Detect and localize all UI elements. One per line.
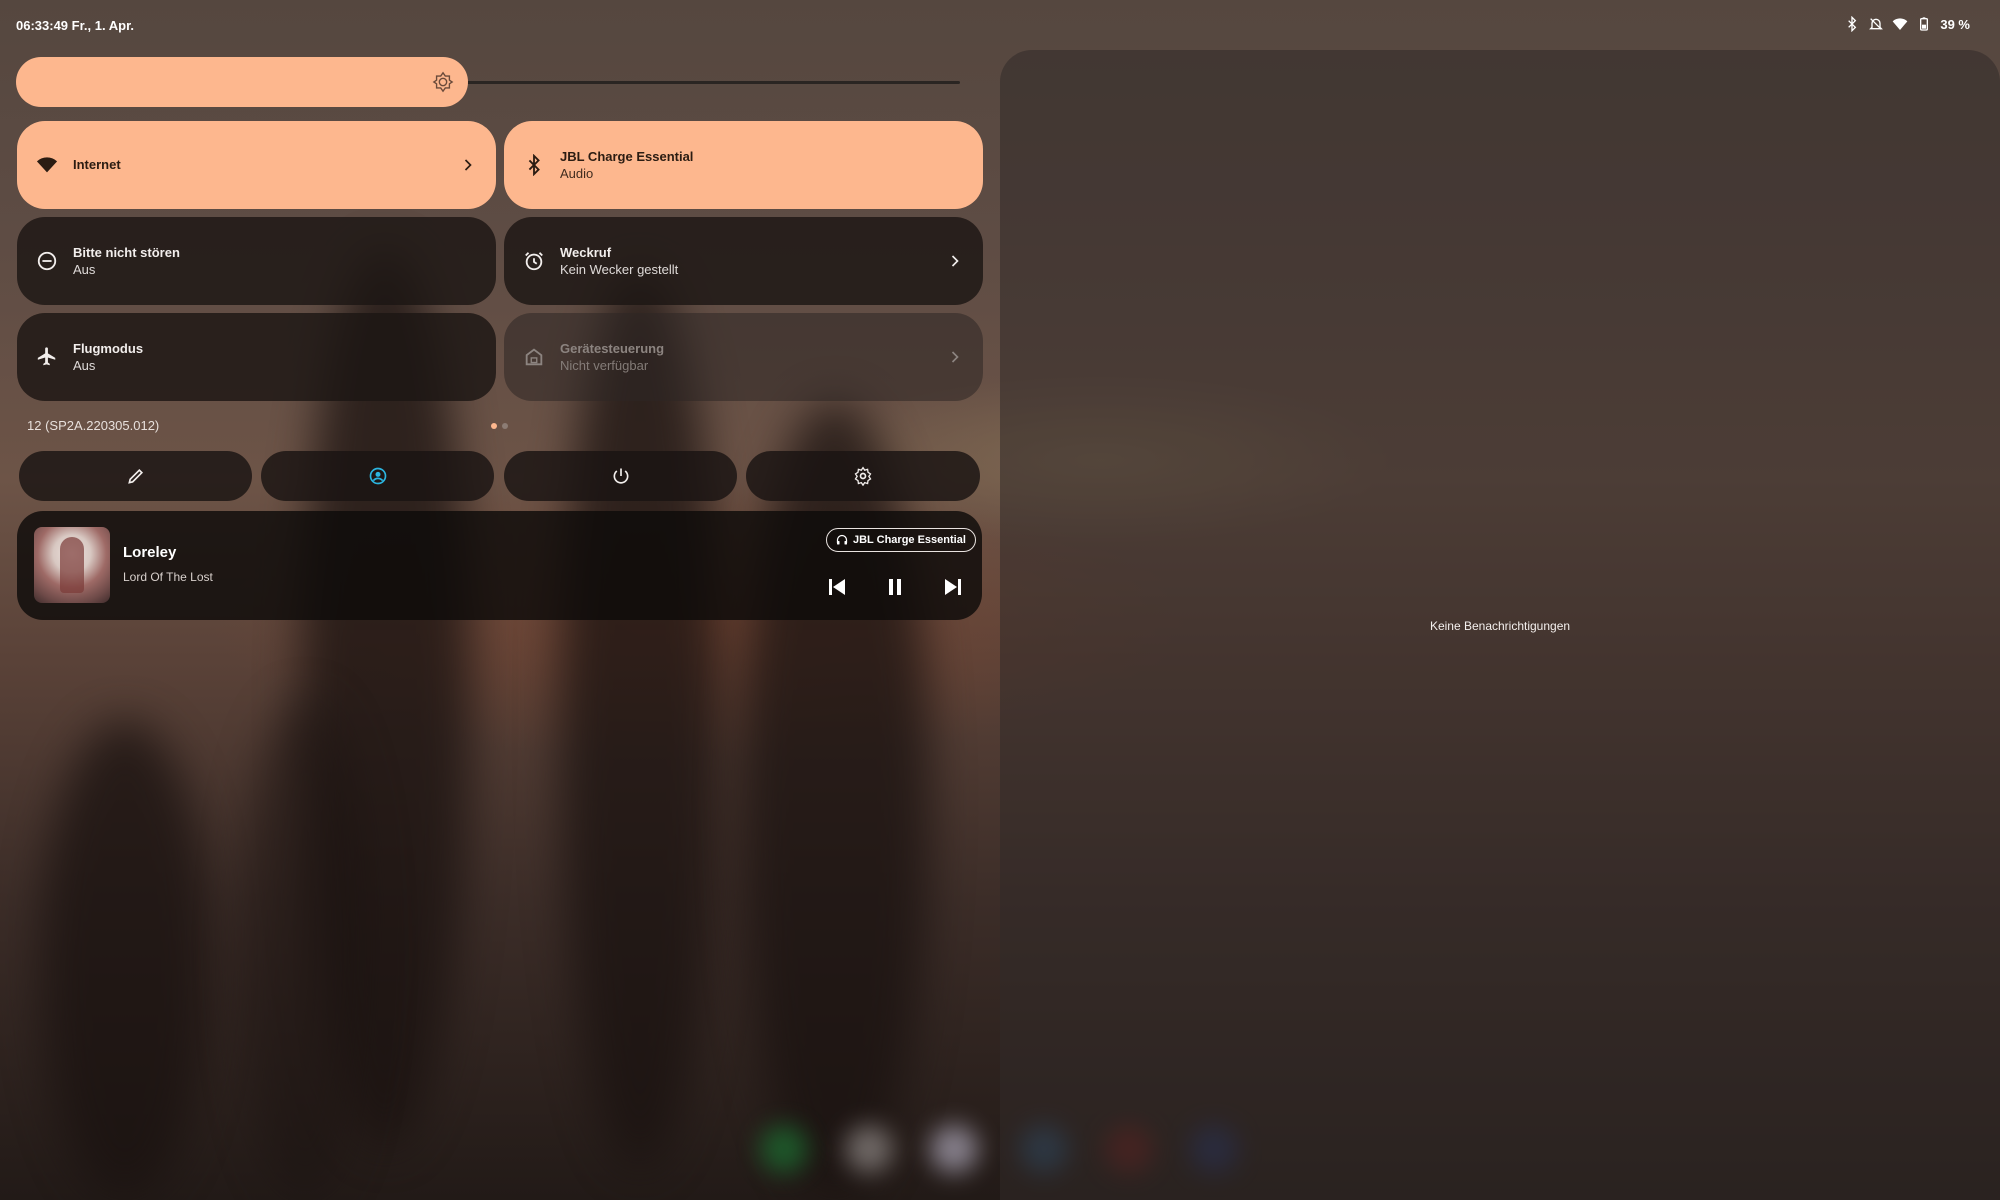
- wifi-icon: [1893, 18, 1908, 30]
- tile-subtitle: Kein Wecker gestellt: [560, 261, 679, 277]
- settings-button[interactable]: [746, 451, 980, 501]
- do-not-disturb-icon: [35, 249, 59, 273]
- previous-icon: [829, 579, 845, 595]
- tile-airplane-mode[interactable]: Flugmodus Aus: [17, 313, 496, 401]
- album-art: [34, 527, 110, 603]
- page-dot[interactable]: [502, 423, 508, 429]
- user-switch-button[interactable]: [261, 451, 494, 501]
- chevron-right-icon: [951, 351, 959, 363]
- chevron-right-icon: [464, 159, 472, 171]
- tile-title: Weckruf: [560, 244, 612, 260]
- wallpaper-silhouette: [240, 700, 370, 1200]
- chevron-right-icon: [951, 255, 959, 267]
- media-player[interactable]: Loreley Lord Of The Lost JBL Charge Esse…: [17, 511, 982, 620]
- wifi-icon: [35, 153, 59, 177]
- no-notifications-text: Keine Benachrichtigungen: [1429, 619, 1571, 633]
- battery-percent: 39 %: [1940, 16, 1970, 32]
- edit-button[interactable]: [19, 451, 252, 501]
- alarm-icon: [522, 249, 546, 273]
- output-device-label: JBL Charge Essential: [853, 534, 966, 546]
- tile-title: Internet: [73, 157, 121, 172]
- pause-button[interactable]: [881, 573, 909, 601]
- tile-subtitle: Audio: [560, 165, 594, 181]
- brightness-track[interactable]: [450, 81, 960, 84]
- status-icons: 39 %: [1844, 16, 1970, 32]
- page-dot[interactable]: [491, 423, 497, 429]
- next-icon: [945, 579, 961, 595]
- dock-app-icon: [845, 1125, 893, 1173]
- tile-title: JBL Charge Essential: [560, 148, 694, 164]
- wallpaper-silhouette: [40, 720, 210, 1200]
- build-number[interactable]: 12 (SP2A.220305.012): [27, 418, 159, 433]
- airplane-icon: [35, 345, 59, 369]
- tile-bluetooth[interactable]: JBL Charge Essential Audio: [504, 121, 983, 209]
- tile-subtitle: Aus: [73, 357, 96, 373]
- tile-subtitle: Nicht verfügbar: [560, 357, 649, 373]
- tile-do-not-disturb[interactable]: Bitte nicht stören Aus: [17, 217, 496, 305]
- dock-app-icon: [760, 1125, 808, 1173]
- mute-icon: [1869, 18, 1884, 30]
- media-title: Loreley: [123, 544, 177, 561]
- previous-button[interactable]: [823, 573, 851, 601]
- status-time-date: 06:33:49 Fr., 1. Apr.: [16, 18, 135, 33]
- status-bar: 06:33:49 Fr., 1. Apr. 39 %: [0, 0, 2000, 48]
- power-button[interactable]: [504, 451, 737, 501]
- output-device-chip[interactable]: JBL Charge Essential: [826, 528, 976, 552]
- tile-device-controls[interactable]: Gerätesteuerung Nicht verfügbar: [504, 313, 983, 401]
- battery-icon: [1920, 17, 1929, 31]
- bluetooth-icon: [522, 153, 546, 177]
- pause-icon: [889, 579, 901, 595]
- bluetooth-icon: [1848, 16, 1857, 32]
- notification-panel: Keine Benachrichtigungen: [1000, 50, 2000, 1200]
- home-icon: [522, 345, 546, 369]
- page-indicator: [491, 423, 508, 429]
- edit-icon: [127, 468, 143, 484]
- brightness-slider[interactable]: [16, 57, 468, 107]
- tile-title: Flugmodus: [73, 340, 144, 356]
- headphones-icon: [836, 534, 848, 545]
- dock-app-icon: [930, 1125, 978, 1173]
- wallpaper-silhouette: [560, 270, 720, 1170]
- next-button[interactable]: [939, 573, 967, 601]
- media-artist: Lord Of The Lost: [123, 570, 213, 584]
- tile-title: Gerätesteuerung: [560, 340, 665, 356]
- tile-alarm[interactable]: Weckruf Kein Wecker gestellt: [504, 217, 983, 305]
- tile-internet[interactable]: Internet: [17, 121, 496, 209]
- brightness-icon: [432, 71, 454, 93]
- power-icon: [613, 468, 628, 484]
- user-switch-icon: [369, 467, 386, 485]
- tile-subtitle: Aus: [73, 261, 96, 277]
- tile-title: Bitte nicht stören: [73, 244, 180, 260]
- settings-icon: [854, 466, 872, 486]
